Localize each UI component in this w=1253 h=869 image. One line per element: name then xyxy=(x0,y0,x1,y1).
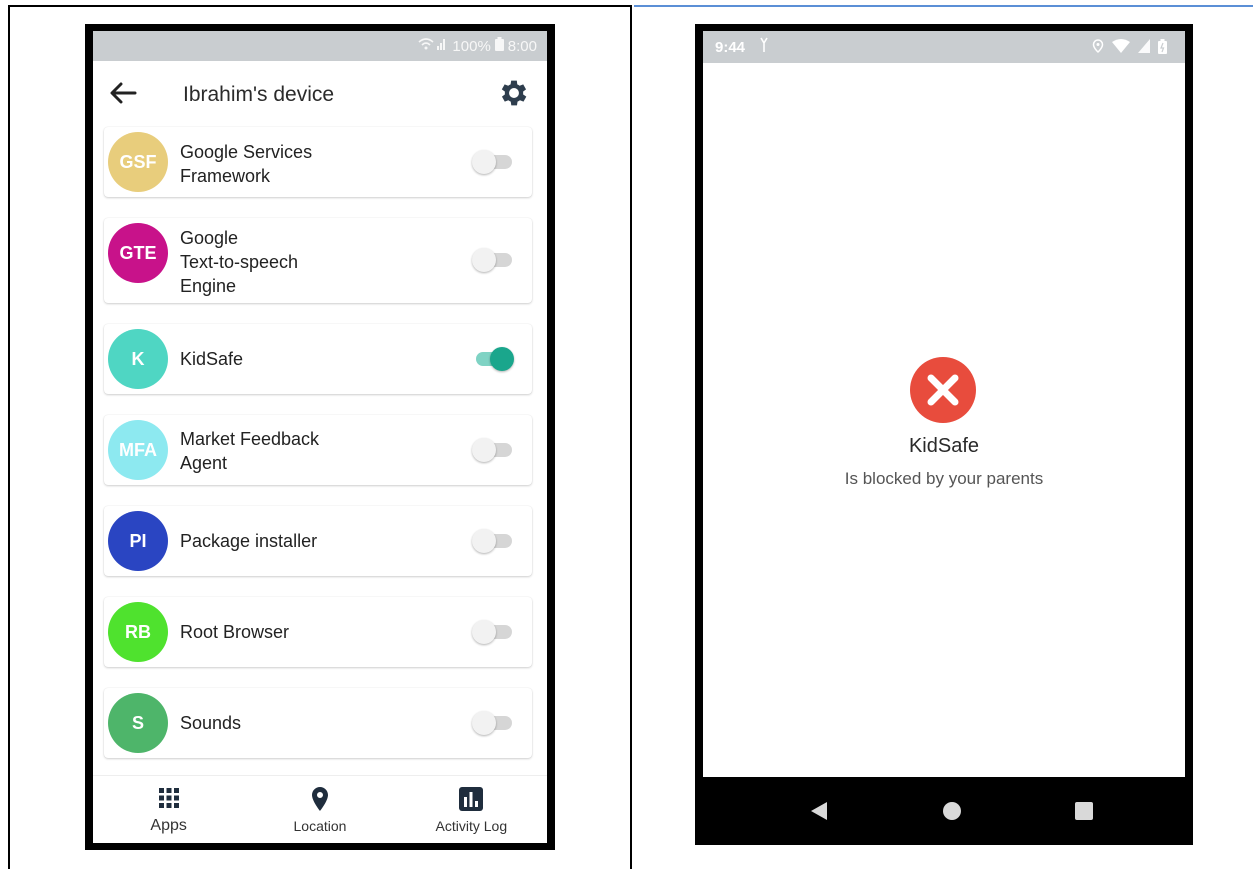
nav-label: Location xyxy=(293,818,347,834)
app-avatar: PI xyxy=(108,511,168,571)
nav-apps[interactable]: Apps xyxy=(93,776,244,843)
app-avatar: RB xyxy=(108,602,168,662)
app-name: Google Text-to-speech Engine xyxy=(180,228,299,296)
app-name: Package installer xyxy=(180,531,318,551)
home-circle-icon[interactable] xyxy=(940,799,964,823)
bar-chart-icon xyxy=(459,787,484,811)
app-toggle-gsf[interactable] xyxy=(472,147,514,177)
app-name: Market Feedback Agent xyxy=(180,429,320,473)
app-toggle-pi[interactable] xyxy=(472,526,514,556)
wifi-signal-icon xyxy=(418,37,448,55)
app-avatar: K xyxy=(108,329,168,389)
app-toggle-mfa[interactable] xyxy=(472,435,514,465)
app-card-gsf: GSF Google Services Framework xyxy=(104,127,532,197)
blocked-x-icon xyxy=(910,357,976,423)
gear-icon[interactable] xyxy=(497,76,531,110)
status-time: 9:44 xyxy=(715,38,746,56)
battery-icon xyxy=(494,37,504,55)
system-nav-bar xyxy=(703,777,1185,845)
app-card-kidsafe: K KidSafe xyxy=(104,324,532,394)
location-pin-icon xyxy=(311,787,328,811)
page-title: Ibrahim's device xyxy=(183,83,335,106)
location-status-icon xyxy=(1092,39,1104,53)
status-icons xyxy=(1092,39,1167,54)
status-time: 8:00 xyxy=(507,37,537,55)
cell-signal-icon xyxy=(1138,39,1150,53)
nav-label: Activity Log xyxy=(435,818,508,834)
parent-app-screen: 100% 8:00 Ibrahim's device GSF Google Se… xyxy=(93,31,547,843)
blocked-app-name: KidSafe xyxy=(908,435,980,457)
back-triangle-icon[interactable] xyxy=(807,799,831,823)
notification-icon xyxy=(759,37,769,57)
app-card-mfa: MFA Market Feedback Agent xyxy=(104,415,532,485)
back-arrow-icon[interactable] xyxy=(107,77,139,109)
app-toggle-kidsafe[interactable] xyxy=(472,344,514,374)
app-toggle-rb[interactable] xyxy=(472,617,514,647)
battery-icon xyxy=(1158,39,1167,54)
wifi-icon xyxy=(1112,39,1130,53)
child-device-screen: 9:44 KidSafe Is blocked by your parents xyxy=(703,31,1185,845)
recents-square-icon[interactable] xyxy=(1072,799,1096,823)
app-avatar: S xyxy=(108,693,168,753)
app-toggle-sounds[interactable] xyxy=(472,708,514,738)
app-card-rb: RB Root Browser xyxy=(104,597,532,667)
nav-activity-log[interactable]: Activity Log xyxy=(396,776,547,843)
app-avatar: MFA xyxy=(108,420,168,480)
app-card-sounds: S Sounds xyxy=(104,688,532,758)
status-bar: 9:44 xyxy=(703,31,1185,63)
app-card-pi: PI Package installer xyxy=(104,506,532,576)
battery-percent: 100% xyxy=(452,37,491,55)
nav-label: Apps xyxy=(150,817,187,834)
app-name: KidSafe xyxy=(180,349,244,369)
app-name: Root Browser xyxy=(180,622,290,642)
grid-icon xyxy=(158,788,179,808)
app-toggle-gte[interactable] xyxy=(472,245,514,275)
blocked-screen: KidSafe Is blocked by your parents xyxy=(703,63,1185,777)
status-bar: 100% 8:00 xyxy=(93,31,547,61)
app-avatar: GSF xyxy=(108,132,168,192)
app-name: Google Services Framework xyxy=(180,142,313,186)
child-device-phone: 9:44 KidSafe Is blocked by your parents xyxy=(695,24,1193,845)
bottom-nav: Apps Location Activity Log xyxy=(93,775,547,843)
app-bar: Ibrahim's device xyxy=(93,61,547,127)
blocked-message: Is blocked by your parents xyxy=(844,469,1044,488)
app-name: Sounds xyxy=(180,713,242,733)
app-avatar: GTE xyxy=(108,223,168,283)
parent-app-phone: 100% 8:00 Ibrahim's device GSF Google Se… xyxy=(85,24,555,850)
nav-location[interactable]: Location xyxy=(244,776,395,843)
app-card-gte: GTE Google Text-to-speech Engine xyxy=(104,218,532,303)
right-panel-divider xyxy=(634,5,1253,7)
